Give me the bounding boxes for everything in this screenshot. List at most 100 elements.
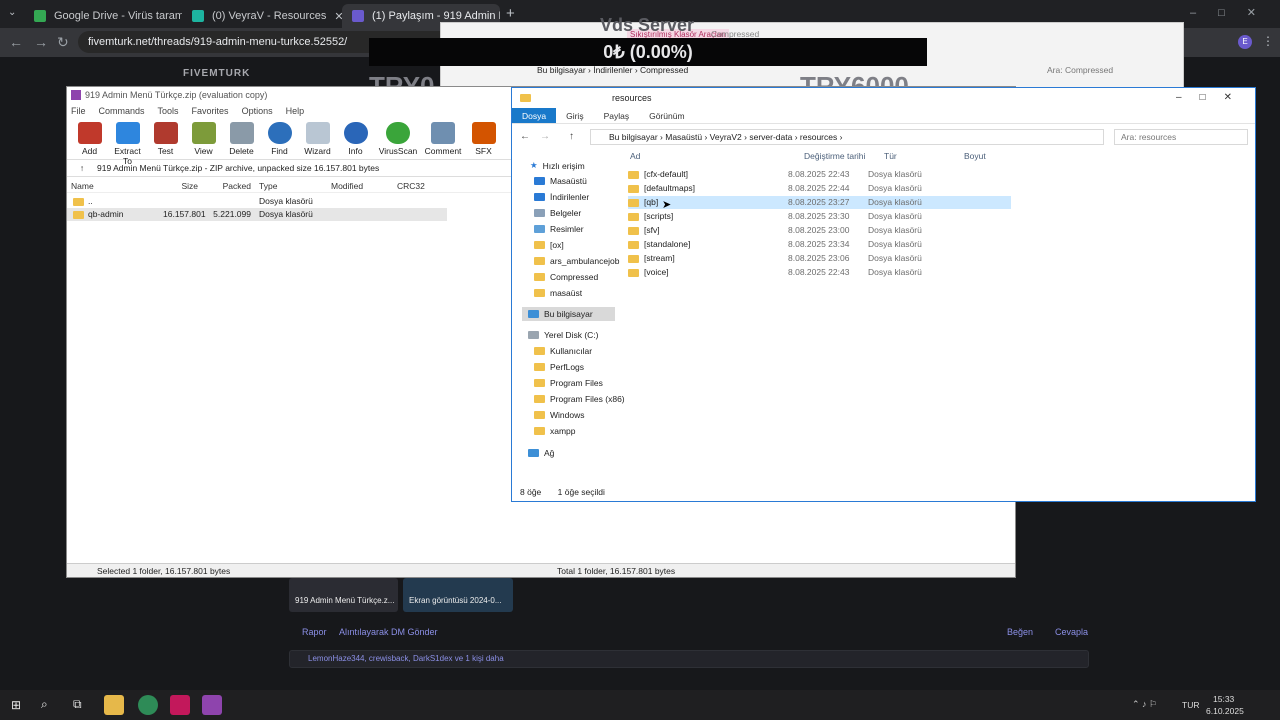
tab-google-drive[interactable]: Google Drive - Virüs taraması u ✕ [24, 4, 182, 28]
file-row[interactable]: [cfx-default] 8.08.2025 22:43 Dosya klasör… [628, 168, 1011, 181]
nav-pictures[interactable]: Resimler [534, 224, 584, 234]
crumb[interactable]: Bu bilgisayar [537, 65, 586, 75]
clock-time[interactable]: 15:33 [1213, 694, 1234, 704]
search-icon[interactable]: ⌕ [41, 697, 48, 712]
menu-file[interactable]: File [71, 103, 86, 119]
delete-button[interactable]: Delete [223, 119, 260, 159]
info-button[interactable]: Info [337, 119, 374, 159]
menu-options[interactable]: Options [242, 103, 273, 119]
like-link[interactable]: Beğen [1007, 627, 1033, 637]
reply-link[interactable]: Cevapla [1055, 627, 1088, 637]
nav-folder[interactable]: [ox] [534, 240, 564, 250]
extract-to-button[interactable]: Extract To [109, 119, 146, 166]
menu-help[interactable]: Help [286, 103, 305, 119]
task-view-icon[interactable]: ⧉ [73, 697, 82, 712]
virusscan-button[interactable]: VirusScan [375, 119, 421, 159]
file-explorer-taskbar-icon[interactable] [104, 695, 124, 715]
crumb[interactable]: resources [800, 132, 837, 142]
clock-date[interactable]: 6.10.2025 [1206, 706, 1244, 716]
file-row[interactable]: [stream] 8.08.2025 23:06 Dosya klasörü [628, 252, 1011, 265]
language-indicator[interactable]: TUR [1182, 700, 1199, 710]
new-tab-icon[interactable]: + [506, 5, 515, 22]
site-logo[interactable]: FIVEMTURK [183, 68, 250, 79]
attachment-thumb[interactable]: Ekran görüntüsü 2024-0... [403, 578, 513, 612]
wizard-button[interactable]: Wizard [299, 119, 336, 159]
menu-commands[interactable]: Commands [99, 103, 145, 119]
col-size[interactable]: Size [163, 179, 198, 192]
crumb[interactable]: Masaüstü [665, 132, 702, 142]
crumb[interactable]: VeyraV2 [710, 132, 742, 142]
sfx-button[interactable]: SFX [465, 119, 502, 159]
nav-quick-access[interactable]: ★ Hızlı erişim [530, 160, 585, 171]
menu-tools[interactable]: Tools [158, 103, 179, 119]
ribbon-tab-share[interactable]: Paylaş [594, 108, 640, 123]
address-bar[interactable]: Bu bilgisayar › Masaüstü › VeyraV2 › ser… [590, 129, 1104, 145]
nav-this-pc[interactable]: Bu bilgisayar [522, 307, 615, 321]
up-icon[interactable]: ↑ [569, 131, 574, 142]
chrome-taskbar-icon[interactable] [138, 695, 158, 715]
crumb[interactable]: server-data [749, 132, 792, 142]
ribbon-tab-home[interactable]: Giriş [556, 108, 593, 123]
ribbon-tab-view[interactable]: Görünüm [639, 108, 694, 123]
likes-bar[interactable]: LemonHaze344, crewisback, DarkS1dex ve 1… [289, 650, 1089, 668]
tab-veyrav-resources[interactable]: (0) VeyraV - Resources ✕ [182, 4, 342, 28]
file-row[interactable]: [scripts] 8.08.2025 23:30 Dosya klasörü [628, 210, 1011, 223]
view-button[interactable]: View [185, 119, 222, 159]
test-button[interactable]: Test [147, 119, 184, 159]
crumb[interactable]: Compressed [640, 65, 688, 75]
windows-start-icon[interactable]: ⊞ [11, 698, 21, 712]
explorer-window[interactable]: resources –□✕ Dosya Giriş Paylaş Görünüm… [511, 87, 1256, 502]
reload-icon[interactable]: ↻ [57, 34, 69, 51]
nav-folder[interactable]: Windows [534, 410, 584, 420]
file-row[interactable]: [voice] 8.08.2025 22:43 Dosya klasörü [628, 266, 1011, 279]
nav-desktop[interactable]: Masaüstü [534, 176, 587, 186]
nav-folder[interactable]: Compressed [534, 272, 598, 282]
file-row[interactable]: [qb] 8.08.2025 23:27 Dosya klasörü [628, 196, 1011, 209]
nav-folder[interactable]: masaüst [534, 288, 582, 298]
nav-folder[interactable]: ars_ambulancejob [534, 256, 619, 266]
nav-documents[interactable]: Belgeler [534, 208, 581, 218]
search-input[interactable]: Ara: Compressed [1047, 65, 1113, 75]
nav-folder[interactable]: xampp [534, 426, 576, 436]
window-controls[interactable]: –□✕ [1176, 88, 1250, 108]
attachment-thumb[interactable]: 919 Admin Menü Türkçe.z... [289, 578, 398, 612]
add-button[interactable]: Add [71, 119, 108, 159]
nav-downloads[interactable]: İndirilenler [534, 192, 589, 202]
close-icon[interactable]: ✕ [334, 10, 342, 23]
col-date[interactable]: Değiştirme tarihi [804, 151, 865, 161]
search-input[interactable]: Ara: resources [1114, 129, 1248, 145]
back-icon[interactable]: ← [520, 131, 530, 142]
nav-folder[interactable]: Program Files [534, 378, 603, 388]
ribbon-tab-file[interactable]: Dosya [512, 108, 557, 123]
nav-folder[interactable]: Program Files (x86) [534, 394, 625, 404]
qb-app-taskbar-icon[interactable] [170, 695, 190, 715]
tray-icons[interactable]: ⌃ ♪ ⚐ [1132, 699, 1157, 710]
find-button[interactable]: Find [261, 119, 298, 159]
col-packed[interactable]: Packed [198, 179, 251, 192]
col-size[interactable]: Boyut [964, 151, 986, 161]
explorer-titlebar[interactable]: resources –□✕ [512, 88, 1255, 108]
col-type[interactable]: Tür [884, 151, 897, 161]
forward-icon[interactable]: → [540, 131, 550, 142]
window-controls[interactable]: –□✕ [1190, 6, 1278, 19]
col-crc32[interactable]: CRC32 [397, 179, 437, 192]
col-modified[interactable]: Modified [331, 179, 397, 192]
file-row[interactable]: [sfv] 8.08.2025 23:00 Dosya klasörü [628, 224, 1011, 237]
quote-dm-link[interactable]: Alıntılayarak DM Gönder [339, 627, 438, 637]
tab-search-icon[interactable]: ⌄ [8, 7, 16, 18]
table-row[interactable]: qb-admin 16.157.801 5.221.099 Dosya klas… [67, 208, 447, 221]
report-link[interactable]: Rapor [302, 627, 327, 637]
nav-local-disk[interactable]: Yerel Disk (C:) [528, 330, 598, 340]
col-name[interactable]: Name [67, 179, 163, 192]
profile-avatar[interactable]: E [1238, 35, 1252, 49]
file-row[interactable]: [standalone] 8.08.2025 23:34 Dosya klasörü [628, 238, 1011, 251]
nav-folder[interactable]: Kullanıcılar [534, 346, 592, 356]
back-icon[interactable]: ← [9, 34, 23, 50]
crumb[interactable]: İndirilenler [593, 65, 632, 75]
crumb[interactable]: Bu bilgisayar [609, 132, 658, 142]
forward-icon[interactable]: → [34, 34, 48, 50]
up-arrow-icon[interactable]: ↑ [67, 163, 97, 173]
file-row[interactable]: [defaultmaps] 8.08.2025 22:44 Dosya klasör… [628, 182, 1011, 195]
menu-icon[interactable]: ⋮ [1262, 34, 1274, 48]
nav-network[interactable]: Ağ [528, 448, 554, 458]
